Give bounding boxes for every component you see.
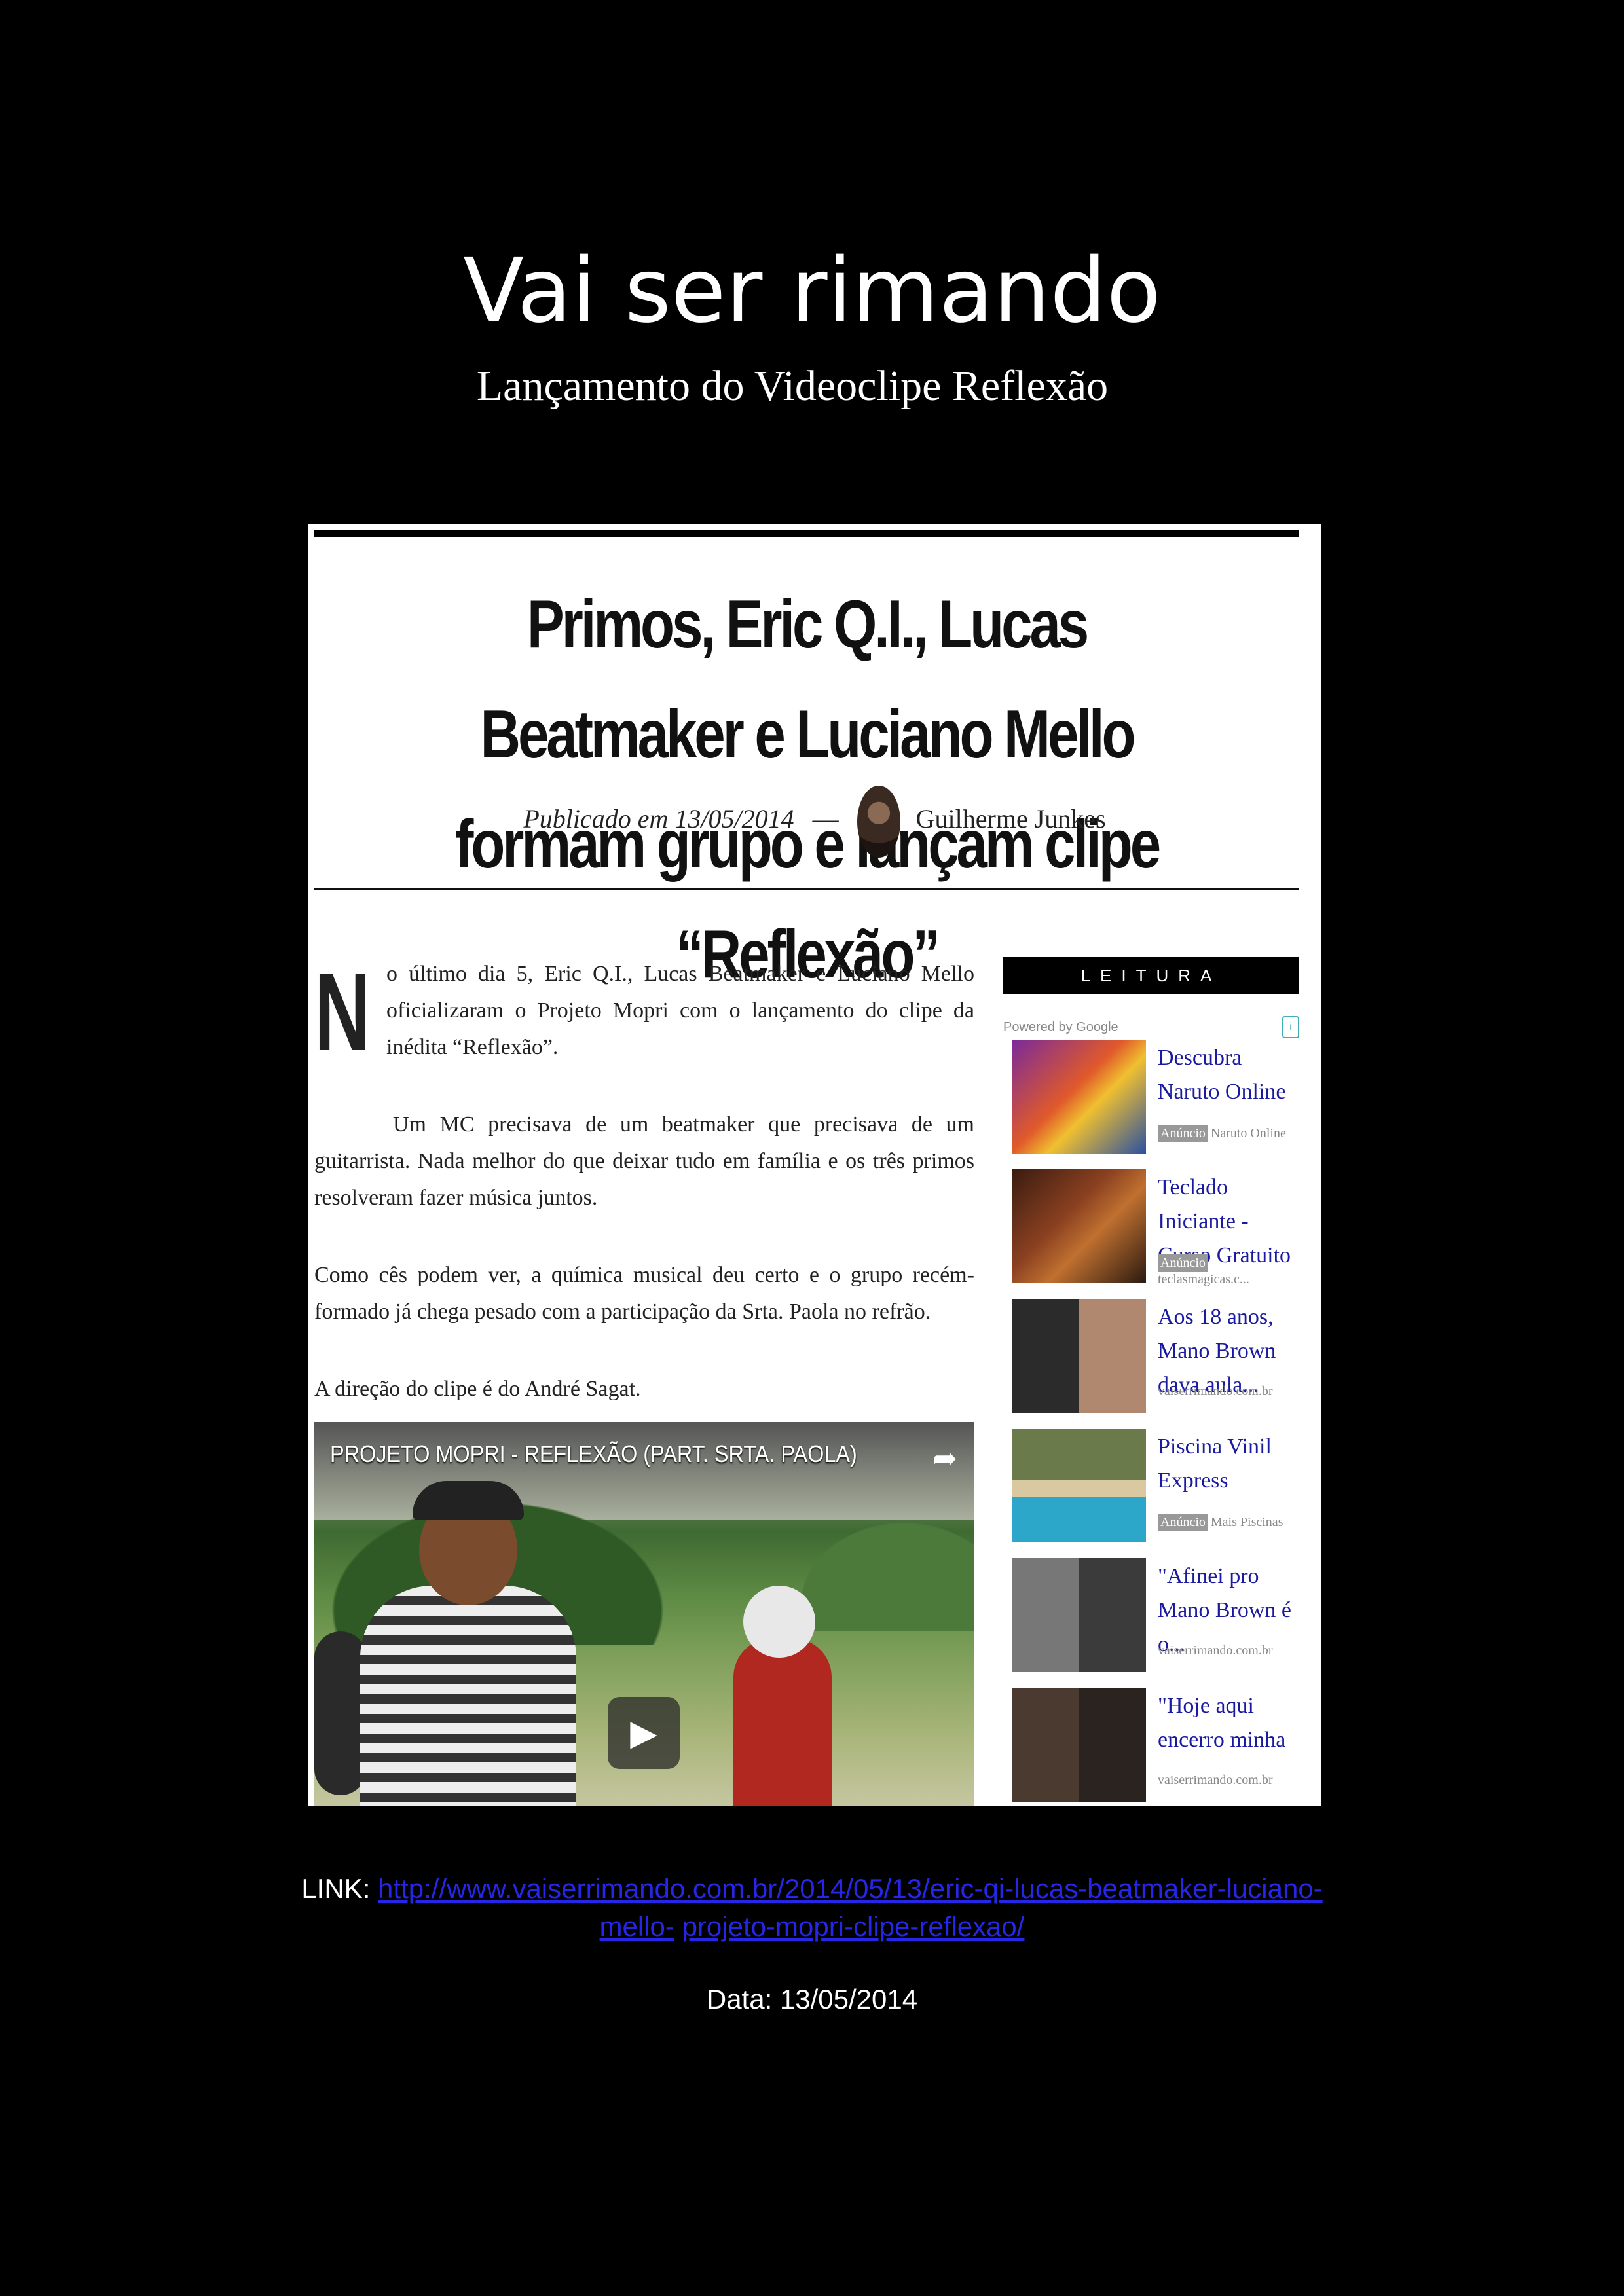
source-text: Naruto Online: [1210, 1126, 1286, 1140]
link-label: LINK:: [301, 1873, 371, 1904]
recommended-item[interactable]: Piscina Vinil Express Anúncio Mais Piscin…: [1003, 1426, 1299, 1556]
thumbnail-image[interactable]: [1012, 1688, 1146, 1802]
paragraph-1-text: o último dia 5, Eric Q.I., Lucas Beatmak…: [386, 962, 974, 1059]
dropcap: N: [314, 950, 371, 1074]
recommended-sidebar: LEITURA RECOMENDADA Powered by Google i …: [1003, 957, 1299, 1806]
recommended-source: vaiserrimando.com.br: [1158, 1643, 1273, 1658]
thumbnail-image[interactable]: [1012, 1429, 1146, 1542]
recommended-source: vaiserrimando.com.br: [1158, 1773, 1273, 1788]
recommended-source: Anúncio Naruto Online: [1158, 1125, 1286, 1142]
byline-dash: —: [812, 804, 839, 834]
thumbnail-image[interactable]: [1012, 1299, 1146, 1413]
recommended-item[interactable]: Descubra Naruto Online Anúncio Naruto Onl…: [1003, 1037, 1299, 1167]
recommended-item[interactable]: Teclado Iniciante - Curso Gratuito Anúnc…: [1003, 1167, 1299, 1296]
recommended-list: Descubra Naruto Online Anúncio Naruto Onl…: [1003, 1037, 1299, 1806]
byline: Publicado em 13/05/2014 — Guilherme Junk…: [308, 786, 1321, 858]
powered-by-text: Powered by Google: [1003, 1020, 1118, 1034]
author-avatar[interactable]: [857, 786, 900, 858]
paragraph-4: A direção do clipe é do André Sagat.: [314, 1377, 641, 1401]
recommended-title[interactable]: Descubra Naruto Online: [1158, 1041, 1302, 1109]
ad-badge: Anúncio: [1158, 1125, 1208, 1142]
ad-badge: Anúncio: [1158, 1254, 1208, 1272]
recommended-source: Anúncio Mais Piscinas: [1158, 1514, 1283, 1531]
paragraph-3: Como cês podem ver, a química musical de…: [314, 1263, 974, 1324]
ad-choices-icon[interactable]: i: [1282, 1016, 1299, 1038]
source-text: vaiserrimando.com.br: [1158, 1643, 1273, 1658]
thumbnail-image[interactable]: [1012, 1040, 1146, 1154]
recommended-source: vaiserrimando.com.br: [1158, 1384, 1273, 1399]
source-link-line: LINK: http://www.vaiserrimando.com.br/20…: [0, 1870, 1624, 1946]
article-screenshot: Primos, Eric Q.I., Lucas Beatmaker e Luc…: [308, 524, 1321, 1806]
recommended-item[interactable]: "Afinei pro Mano Brown é o... vaiserrima…: [1003, 1556, 1299, 1685]
powered-by: Powered by Google i: [1003, 1016, 1299, 1038]
source-text: teclasmagicas.c...: [1158, 1272, 1249, 1286]
recommended-item[interactable]: "Hoje aqui encerro minha vaiserrimando.c…: [1003, 1685, 1299, 1806]
recommended-item[interactable]: Aos 18 anos, Mano Brown dava aula... vai…: [1003, 1296, 1299, 1426]
video-player[interactable]: PROJETO MOPRI - REFLEXÃO (PART. SRTA. PA…: [314, 1422, 974, 1806]
source-text: Mais Piscinas: [1210, 1515, 1283, 1529]
share-icon[interactable]: ➦: [932, 1440, 957, 1476]
recommended-title[interactable]: "Hoje aqui encerro minha: [1158, 1689, 1302, 1757]
source-link-cont-2[interactable]: projeto-mopri-clipe-reflexao/: [682, 1911, 1025, 1942]
paragraph-2: Um MC precisava de um beatmaker que prec…: [314, 1112, 974, 1210]
video-person-arm: [314, 1631, 367, 1795]
video-person-cap: [413, 1481, 524, 1520]
video-title[interactable]: PROJETO MOPRI - REFLEXÃO (PART. SRTA. PA…: [330, 1440, 857, 1468]
page-subtitle: Lançamento do Videoclipe Reflexão: [476, 362, 1109, 410]
play-icon[interactable]: ▶: [608, 1697, 680, 1769]
video-person-shirt: [360, 1586, 576, 1806]
publish-date: Publicado em 13/05/2014: [523, 804, 794, 834]
video-person-2-cap: [743, 1586, 815, 1658]
author-name[interactable]: Guilherme Junkes: [916, 804, 1106, 833]
source-link[interactable]: http://www.vaiserrimando.com.br/2014/05/…: [378, 1873, 1323, 1904]
video-person-2: [733, 1638, 832, 1806]
ad-badge: Anúncio: [1158, 1514, 1208, 1531]
divider: [314, 888, 1299, 890]
source-link-cont[interactable]: mello-: [600, 1911, 674, 1942]
article-body: No último dia 5, Eric Q.I., Lucas Beatma…: [314, 956, 974, 1448]
recommended-title[interactable]: Piscina Vinil Express: [1158, 1430, 1302, 1498]
top-rule: [314, 530, 1299, 537]
source-text: vaiserrimando.com.br: [1158, 1773, 1273, 1787]
date-text: Data: 13/05/2014: [706, 1984, 918, 2014]
paragraph-1: No último dia 5, Eric Q.I., Lucas Beatma…: [314, 950, 974, 1074]
sidebar-heading: LEITURA RECOMENDADA: [1003, 957, 1299, 1022]
thumbnail-image[interactable]: [1012, 1558, 1146, 1672]
thumbnail-image[interactable]: [1012, 1169, 1146, 1283]
source-text: vaiserrimando.com.br: [1158, 1384, 1273, 1398]
page-title: Vai ser rimando: [463, 240, 1161, 343]
recommended-source: Anúncioteclasmagicas.c...: [1158, 1254, 1299, 1287]
